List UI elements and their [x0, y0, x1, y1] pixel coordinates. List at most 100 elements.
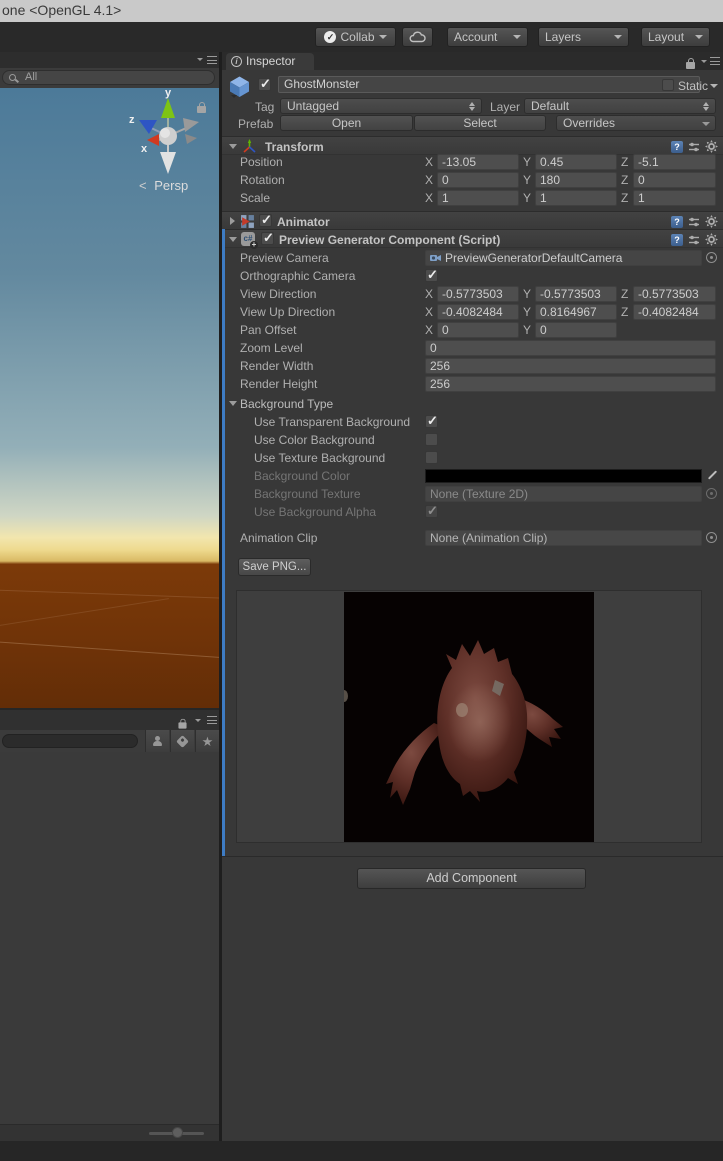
zoom-level-field[interactable]: 0 [425, 340, 716, 356]
render-height-field[interactable]: 256 [425, 376, 716, 392]
use-background-alpha-checkbox[interactable] [425, 503, 438, 519]
panel-menu-caret-icon[interactable] [197, 58, 203, 61]
inspector-tabstrip: i Inspector [222, 52, 723, 70]
view-up-direction-z-field[interactable]: -0.4082484 [633, 304, 716, 320]
perspective-toggle[interactable]: Persp [139, 178, 188, 193]
background-type-foldout-icon[interactable] [229, 401, 237, 406]
view-direction-z-field[interactable]: -0.5773503 [633, 286, 716, 302]
eyedropper-icon[interactable] [706, 469, 718, 481]
gear-icon[interactable] [705, 215, 718, 228]
position-x-field[interactable]: -13.05 [437, 154, 519, 170]
object-picker-icon[interactable] [706, 488, 717, 499]
preview-generator-foldout-icon[interactable] [229, 237, 237, 242]
gameobject-cube-icon[interactable] [228, 75, 251, 98]
view-direction-y-field[interactable]: -0.5773503 [535, 286, 617, 302]
tag-dropdown[interactable]: Untagged [280, 98, 482, 114]
background-color-swatch[interactable] [425, 469, 702, 483]
gizmo-back-cone[interactable] [183, 118, 199, 132]
position-y-field[interactable]: 0.45 [535, 154, 617, 170]
view-up-direction-x-field[interactable]: -0.4082484 [437, 304, 519, 320]
save-png-button[interactable]: Save PNG... [238, 558, 311, 576]
gizmo-down-cone[interactable] [160, 152, 176, 174]
panel-menu-caret-icon[interactable] [195, 719, 201, 722]
ground-gridline [0, 640, 219, 661]
scale-y-field[interactable]: 1 [535, 190, 617, 206]
background-texture-object-field[interactable]: None (Texture 2D) [425, 486, 702, 502]
gizmo-z-cone[interactable] [139, 120, 157, 134]
add-component-button[interactable]: Add Component [357, 868, 586, 889]
project-panel-content[interactable] [0, 752, 219, 1124]
filter-by-type-button[interactable] [145, 730, 169, 752]
gameobject-active-checkbox[interactable] [258, 76, 271, 92]
rotation-z-field[interactable]: 0 [633, 172, 716, 188]
panel-menu-icon[interactable] [207, 716, 217, 724]
rotation-x-field[interactable]: 0 [437, 172, 519, 188]
preview-generator-header[interactable]: c#+ Preview Generator Component (Script)… [222, 229, 723, 249]
presets-icon[interactable] [688, 216, 700, 228]
account-label: Account [454, 30, 498, 44]
object-picker-icon[interactable] [706, 532, 717, 543]
animator-header[interactable]: Animator ? [222, 211, 723, 230]
pan-offset-y-field[interactable]: 0 [535, 322, 617, 338]
use-color-background-checkbox[interactable] [425, 433, 438, 446]
collab-label: Collab [340, 30, 375, 44]
view-direction-x-field[interactable]: -0.5773503 [437, 286, 519, 302]
layers-dropdown[interactable]: Layers [538, 27, 629, 47]
scale-x-field[interactable]: 1 [437, 190, 519, 206]
help-icon[interactable]: ? [671, 233, 683, 246]
prefab-select-button[interactable]: Select [414, 115, 546, 131]
z-axis-label: Z [621, 305, 629, 319]
gizmo-y-cone[interactable] [161, 98, 175, 118]
preview-camera-object-field[interactable]: PreviewGeneratorDefaultCamera [425, 250, 702, 266]
rotation-y-field[interactable]: 180 [535, 172, 617, 188]
panel-menu-icon[interactable] [207, 56, 217, 64]
search-input[interactable]: All [2, 70, 215, 85]
inspector-menu-icon[interactable] [710, 57, 720, 65]
account-dropdown[interactable]: Account [447, 27, 528, 47]
view-up-direction-label: View Up Direction [240, 305, 336, 319]
background-type-row[interactable]: Background Type [222, 395, 723, 413]
view-up-direction-y-field[interactable]: 0.8164967 [535, 304, 617, 320]
presets-icon[interactable] [688, 234, 700, 246]
preview-generator-enabled-checkbox[interactable] [261, 230, 274, 246]
prefab-overrides-dropdown[interactable]: Overrides [556, 115, 716, 131]
inspector-lock-icon[interactable] [686, 56, 695, 74]
filter-search-input[interactable] [2, 734, 138, 748]
static-checkbox[interactable] [662, 79, 674, 91]
collab-button[interactable]: ✓ Collab [315, 27, 396, 47]
zoom-slider-knob[interactable] [172, 1127, 183, 1138]
use-transparent-background-checkbox[interactable] [425, 413, 438, 429]
transform-foldout-icon[interactable] [229, 144, 237, 149]
prefab-open-button[interactable]: Open [280, 115, 413, 131]
use-texture-background-checkbox[interactable] [425, 451, 438, 464]
favorites-button[interactable]: ★ [195, 730, 219, 752]
scene-view[interactable]: y z x Persp [0, 88, 219, 708]
orthographic-camera-checkbox[interactable] [425, 267, 438, 283]
gizmo-x-cone[interactable] [147, 134, 159, 146]
gizmo-lock-icon[interactable] [197, 100, 206, 118]
animator-enabled-checkbox[interactable] [259, 212, 272, 228]
help-icon[interactable]: ? [671, 215, 683, 228]
gizmo-side-cone[interactable] [185, 134, 197, 144]
filter-by-label-button[interactable] [170, 730, 194, 752]
static-flags-caret-icon[interactable] [710, 84, 718, 88]
help-icon[interactable]: ? [671, 140, 683, 153]
presets-icon[interactable] [688, 141, 700, 153]
gear-icon[interactable] [705, 140, 718, 153]
cloud-button[interactable] [402, 27, 433, 47]
layout-dropdown[interactable]: Layout [641, 27, 710, 47]
animation-clip-object-field[interactable]: None (Animation Clip) [425, 530, 702, 546]
inspector-menu-caret-icon[interactable] [701, 60, 707, 63]
gameobject-name-field[interactable]: GhostMonster [278, 76, 700, 93]
position-z-field[interactable]: -5.1 [633, 154, 716, 170]
gear-icon[interactable] [705, 233, 718, 246]
object-picker-icon[interactable] [706, 252, 717, 263]
transform-icon [243, 139, 256, 153]
scale-label: Scale [240, 191, 271, 205]
animator-foldout-icon[interactable] [230, 217, 235, 225]
layer-dropdown[interactable]: Default [524, 98, 716, 114]
scale-z-field[interactable]: 1 [633, 190, 716, 206]
tab-inspector[interactable]: i Inspector [226, 53, 314, 70]
pan-offset-x-field[interactable]: 0 [437, 322, 519, 338]
render-width-field[interactable]: 256 [425, 358, 716, 374]
